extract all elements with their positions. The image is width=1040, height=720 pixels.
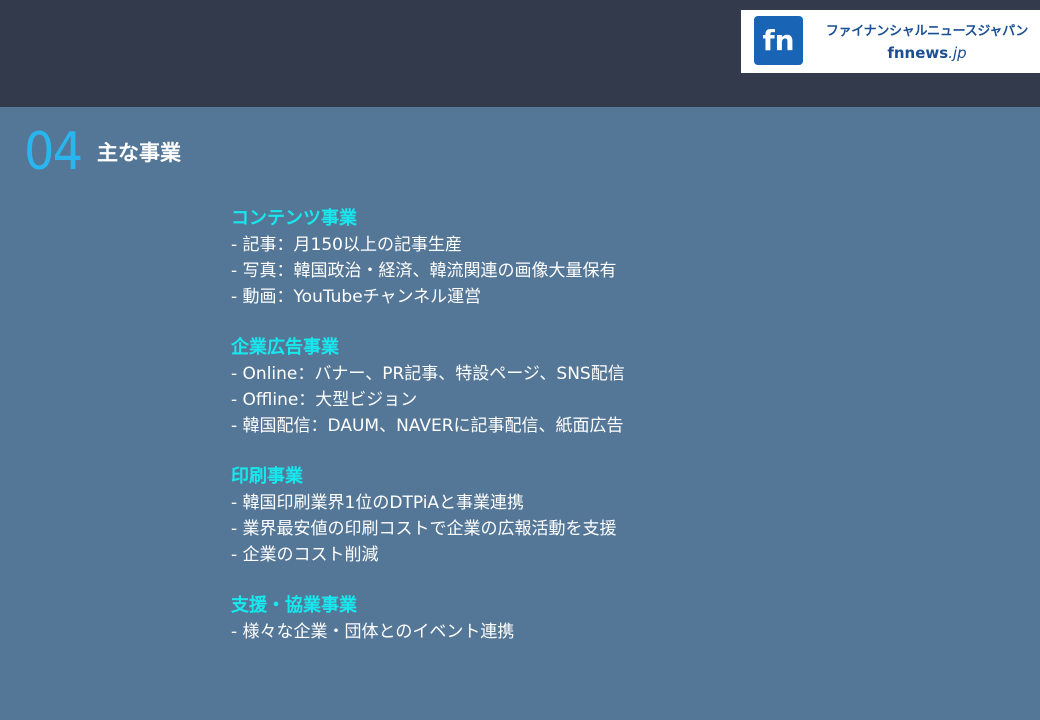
- section-title: 主な事業: [97, 141, 181, 165]
- logo-domain: fnnews.jp: [814, 44, 1040, 62]
- fn-logo-icon: fn: [754, 16, 803, 65]
- logo[interactable]: fn ファイナンシャルニュースジャパン fnnews.jp: [741, 10, 1040, 73]
- list-item: - 業界最安値の印刷コストで企業の広報活動を支援: [231, 519, 617, 539]
- list-item: - 様々な企業・団体とのイベント連携: [231, 622, 515, 642]
- group-heading: コンテンツ事業: [231, 208, 357, 229]
- group-advertising-business: 企業広告事業 - Online：バナー、PR記事、特設ページ、SNS配信 - O…: [231, 334, 931, 439]
- list-item: - 写真：韓国政治・経済、韓流関連の画像大量保有: [231, 261, 617, 281]
- group-printing-business: 印刷事業 - 韓国印刷業界1位のDTPiAと事業連携 - 業界最安値の印刷コスト…: [231, 463, 931, 568]
- group-heading: 支援・協業事業: [231, 595, 357, 616]
- list-item: - 韓国印刷業界1位のDTPiAと事業連携: [231, 493, 525, 513]
- list-item: - 韓国配信：DAUM、NAVERに記事配信、紙面広告: [231, 416, 624, 436]
- list-item: - 企業のコスト削減: [231, 545, 379, 565]
- group-heading: 企業広告事業: [231, 337, 339, 358]
- group-heading: 印刷事業: [231, 466, 303, 487]
- list-item: - 記事：月150以上の記事生産: [231, 235, 462, 255]
- logo-domain-main: fnnews: [887, 44, 949, 62]
- list-item: - Online：バナー、PR記事、特設ページ、SNS配信: [231, 364, 625, 384]
- logo-text: ファイナンシャルニュースジャパン fnnews.jp: [814, 20, 1040, 62]
- logo-company-name: ファイナンシャルニュースジャパン: [825, 24, 1029, 39]
- logo-domain-tld: .jp: [948, 44, 967, 62]
- list-item: - 動画：YouTubeチャンネル運営: [231, 287, 482, 307]
- business-list: コンテンツ事業 - 記事：月150以上の記事生産 - 写真：韓国政治・経済、韓流…: [231, 205, 931, 669]
- logo-mark-text: fn: [762, 24, 794, 57]
- group-support-business: 支援・協業事業 - 様々な企業・団体とのイベント連携: [231, 592, 931, 645]
- group-content-business: コンテンツ事業 - 記事：月150以上の記事生産 - 写真：韓国政治・経済、韓流…: [231, 205, 931, 310]
- section-number: 04: [24, 122, 83, 182]
- list-item: - Offline：大型ビジョン: [231, 390, 418, 410]
